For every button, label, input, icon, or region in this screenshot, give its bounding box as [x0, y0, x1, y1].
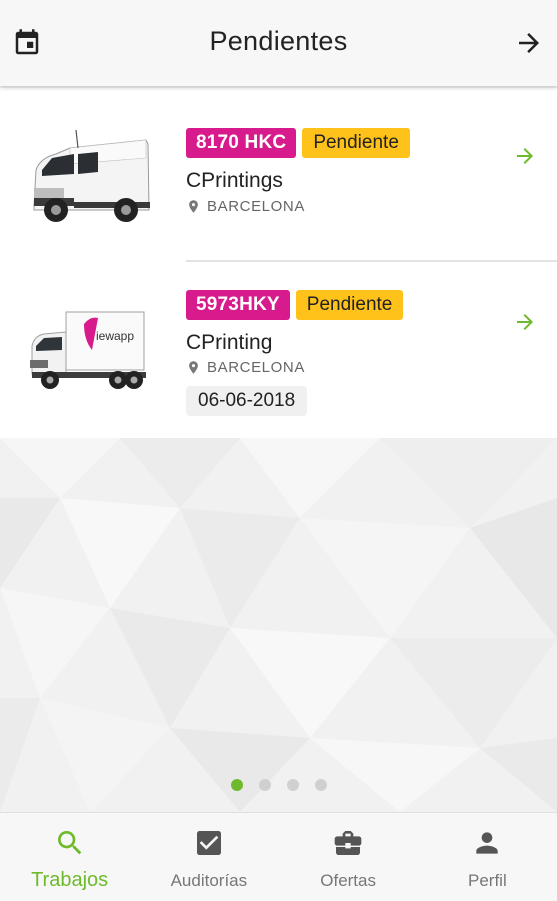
arrow-right-icon[interactable]	[513, 310, 537, 334]
location: BARCELONA	[186, 359, 305, 376]
nav-label: Trabajos	[31, 869, 109, 891]
location-pin-icon	[189, 361, 198, 374]
checkbox-icon	[196, 831, 221, 855]
bottom-nav: Trabajos Auditorías Ofertas Perfil	[0, 812, 557, 901]
status-badge: Pendiente	[295, 290, 404, 320]
nav-item-perfil[interactable]: Perfil	[418, 813, 557, 901]
plate-badge: 8170 HKC	[186, 128, 297, 158]
pager-dot[interactable]	[286, 779, 299, 791]
location-text: BARCELONA	[207, 198, 305, 215]
nav-label: Auditorías	[170, 871, 248, 890]
nav-label: Perfil	[468, 871, 507, 890]
company-name: CPrinting	[186, 331, 273, 354]
briefcase-icon	[334, 831, 362, 855]
person-icon	[476, 832, 499, 854]
badges: 8170 HKC Pendiente	[186, 128, 410, 158]
job-card[interactable]: iewapp 5973HKY Pendiente CPrinting BARCE…	[0, 262, 557, 438]
plate-badge: 5973HKY	[186, 290, 290, 320]
nav-label: Ofertas	[320, 871, 376, 890]
job-list: 8170 HKC Pendiente CPrintings BARCELONA …	[0, 88, 557, 438]
job-card[interactable]: 8170 HKC Pendiente CPrintings BARCELONA	[0, 88, 557, 262]
location-pin-icon	[189, 200, 198, 213]
company-name: CPrintings	[186, 169, 283, 192]
status-badge: Pendiente	[302, 128, 410, 158]
date-chip: 06-06-2018	[186, 386, 308, 416]
app-bar: Pendientes	[0, 0, 557, 86]
pager-dot[interactable]	[230, 779, 243, 791]
location: BARCELONA	[186, 198, 305, 215]
page-title: Pendientes	[209, 26, 348, 56]
badges: 5973HKY Pendiente	[186, 290, 404, 320]
truck-image: iewapp	[30, 311, 146, 389]
arrow-right-icon[interactable]	[514, 28, 544, 58]
arrow-right-icon[interactable]	[513, 144, 537, 168]
search-icon	[57, 831, 81, 855]
pager-dot[interactable]	[314, 779, 327, 791]
van-image	[33, 129, 150, 222]
logo-text: iewapp	[96, 329, 134, 343]
location-text: BARCELONA	[207, 359, 305, 376]
pager-dot[interactable]	[258, 779, 271, 791]
pager-dots	[0, 779, 557, 791]
background-pattern	[0, 438, 557, 812]
nav-item-ofertas[interactable]: Ofertas	[279, 813, 418, 901]
nav-item-auditorias[interactable]: Auditorías	[139, 813, 278, 901]
nav-item-trabajos[interactable]: Trabajos	[0, 813, 139, 901]
